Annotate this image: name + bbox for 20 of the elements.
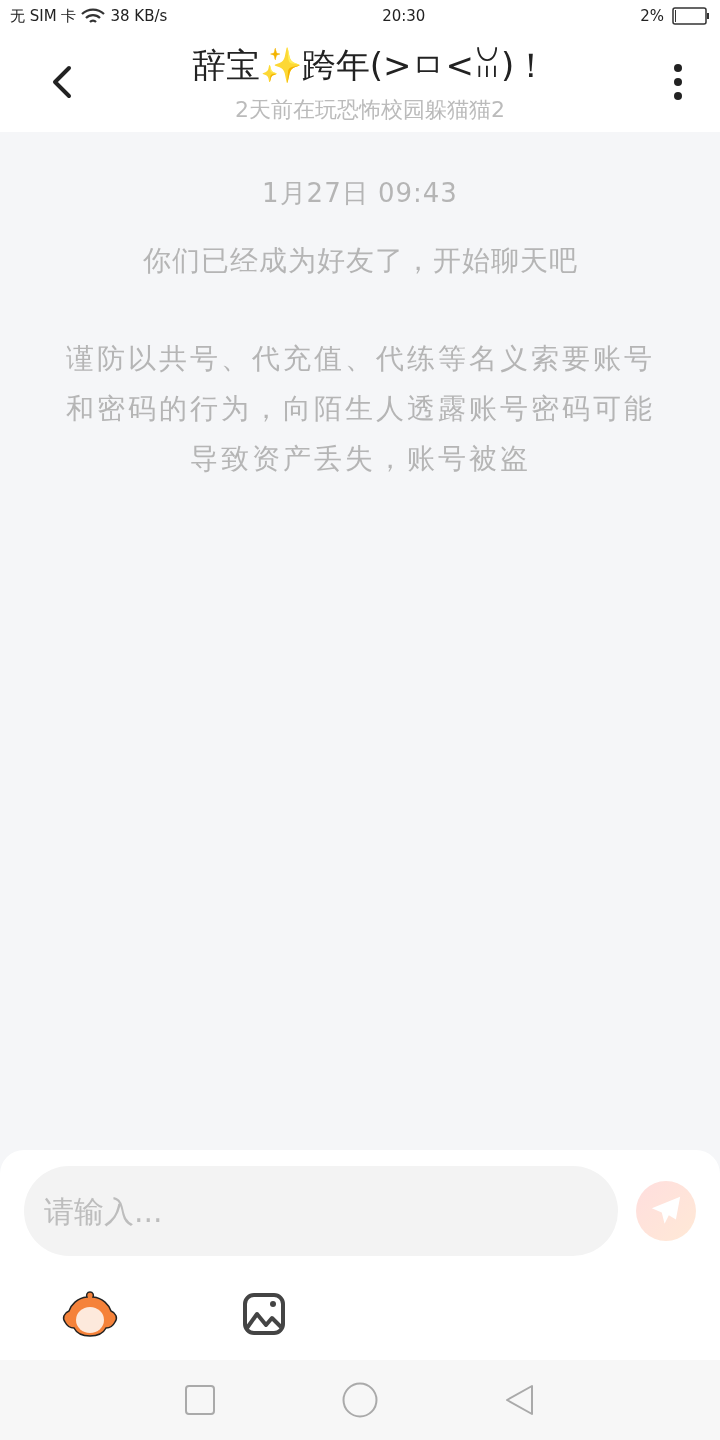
sticker-button[interactable]	[60, 1288, 120, 1340]
image-icon	[242, 1292, 286, 1336]
carrier-text: 无 SIM 卡	[10, 6, 77, 26]
chat-title: 辞宝✨跨年(>ㅁ<ꈍ)！	[191, 43, 549, 87]
wifi-icon	[80, 7, 107, 25]
more-icon	[673, 64, 683, 100]
image-button[interactable]	[240, 1290, 288, 1338]
activity-status: 2天前在玩恐怖校园躲猫猫2	[235, 95, 505, 124]
message-time: 1月27日 09:43	[262, 177, 458, 210]
network-speed: 38 KB/s	[110, 7, 168, 25]
circle-icon	[342, 1382, 378, 1418]
battery-percent: 2%	[640, 7, 664, 25]
triangle-icon	[504, 1383, 536, 1417]
back-icon	[50, 64, 74, 100]
clock: 20:30	[382, 7, 426, 25]
square-icon	[185, 1385, 215, 1415]
security-warning: 谨防以共号、代充值、代练等名义索要账号和密码的行为，向陌生人透露账号密码可能导致资产丢失，账号被盗	[64, 341, 656, 477]
friend-notice: 你们已经成为好友了，开始聊天吧	[142, 243, 578, 279]
battery-icon	[672, 7, 710, 25]
mascot-icon	[61, 1290, 119, 1338]
